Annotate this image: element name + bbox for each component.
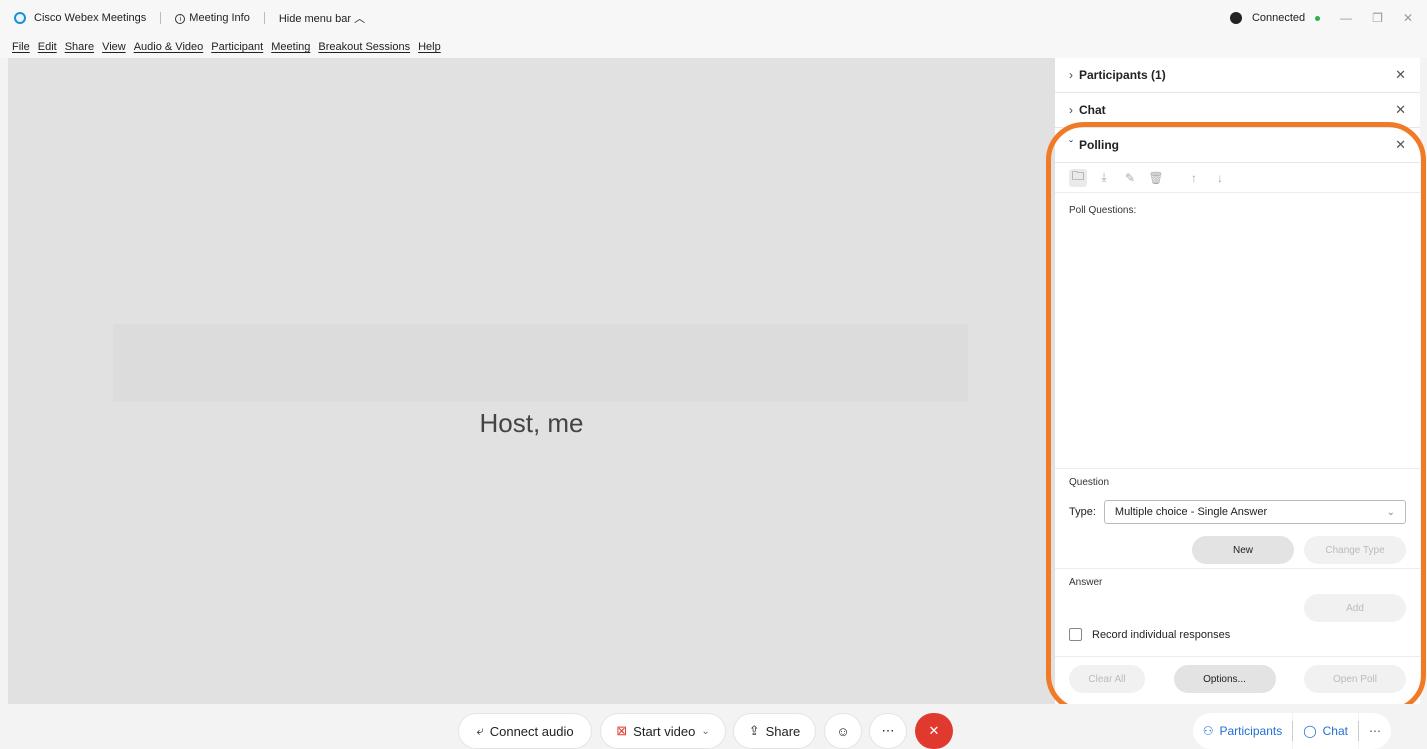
type-label: Type: (1069, 506, 1096, 518)
save-icon[interactable]: ⤓ (1095, 169, 1113, 187)
panel-toggles: ⚇ Participants ◯ Chat ⋯ (1192, 713, 1391, 749)
video-off-icon: ⊠ (616, 723, 628, 738)
share-icon: ⇪ (748, 723, 760, 738)
record-responses-checkbox[interactable] (1069, 628, 1082, 641)
name-banner (113, 324, 968, 402)
type-select[interactable]: Multiple choice - Single Answer ⌄ (1103, 500, 1406, 524)
chevron-right-icon: › (1069, 103, 1073, 117)
chevron-down-icon: ˇ (1069, 138, 1073, 152)
polling-toolbar: 🗀 ⤓ ✎ 🗑 ↑ ↓ (1055, 163, 1420, 193)
info-icon: i (175, 14, 186, 25)
status-dot (1315, 15, 1321, 21)
change-type-button[interactable]: Change Type (1304, 536, 1406, 564)
leave-meeting-button[interactable]: ✕ (915, 713, 953, 749)
connection-status: Connected (1251, 12, 1306, 24)
meeting-info-button[interactable]: i Meeting Info (175, 12, 250, 25)
question-section: Question Type: Multiple choice - Single … (1055, 468, 1420, 572)
more-icon: ⋯ (881, 723, 895, 738)
delete-icon[interactable]: 🗑 (1147, 169, 1165, 187)
meeting-controls-bar: ⤶ Connect audio ⊠ Start video ⌄ ⇪ Share … (0, 704, 1427, 749)
clear-all-button[interactable]: Clear All (1069, 665, 1145, 693)
record-responses-label: Record individual responses (1092, 628, 1231, 641)
start-video-button[interactable]: ⊠ Start video ⌄ (600, 713, 726, 749)
move-down-icon[interactable]: ↓ (1211, 169, 1229, 187)
close-polling-icon[interactable]: ✕ (1395, 137, 1406, 153)
more-options-button[interactable]: ⋯ (869, 713, 907, 749)
emoji-icon: ☺ (836, 723, 850, 739)
app-title: Cisco Webex Meetings (34, 12, 147, 24)
menu-view[interactable]: View (102, 41, 126, 53)
connection-icon (1229, 12, 1242, 24)
move-up-icon[interactable]: ↑ (1185, 169, 1203, 187)
participants-section-header[interactable]: › Participants (1) ✕ (1055, 58, 1420, 93)
question-label: Question (1069, 477, 1110, 488)
close-window-button[interactable]: ✕ (1403, 11, 1413, 25)
poll-questions-list[interactable] (1055, 228, 1420, 478)
participants-icon: ⚇ (1202, 724, 1214, 738)
menu-help[interactable]: Help (418, 41, 441, 53)
close-chat-icon[interactable]: ✕ (1395, 102, 1406, 118)
menu-participant[interactable]: Participant (211, 41, 263, 53)
connect-audio-button[interactable]: ⤶ Connect audio (458, 713, 592, 749)
chat-panel-button[interactable]: ◯ Chat (1293, 713, 1358, 749)
audio-connect-icon: ⤶ (476, 723, 484, 738)
participants-panel-button[interactable]: ⚇ Participants (1192, 713, 1293, 749)
options-button[interactable]: Options... (1173, 665, 1276, 693)
chevron-down-icon: ⌄ (701, 725, 710, 737)
video-stage: Host, me (8, 58, 1055, 704)
chat-icon: ◯ (1303, 724, 1317, 738)
menu-breakout-sessions[interactable]: Breakout Sessions (318, 41, 410, 53)
menu-meeting[interactable]: Meeting (271, 41, 310, 53)
chevron-down-icon: ⌄ (1386, 506, 1395, 518)
close-participants-icon[interactable]: ✕ (1395, 67, 1406, 83)
reactions-button[interactable]: ☺ (824, 713, 862, 749)
title-bar: Cisco Webex Meetings i Meeting Info Hide … (0, 0, 1427, 36)
answer-section: Answer Add Record individual responses (1055, 568, 1420, 649)
chevron-right-icon: › (1069, 68, 1073, 82)
menu-share[interactable]: Share (65, 41, 94, 53)
menu-bar: File Edit Share View Audio & Video Parti… (0, 36, 1427, 58)
chevron-up-icon: ︿ (354, 13, 366, 25)
new-question-button[interactable]: New (1192, 536, 1294, 564)
edit-icon[interactable]: ✎ (1121, 169, 1139, 187)
side-panel: › Participants (1) ✕ › Chat ✕ ˇ Polling … (1055, 58, 1420, 704)
more-panels-button[interactable]: ⋯ (1359, 713, 1391, 749)
polling-section-header[interactable]: ˇ Polling ✕ (1055, 128, 1420, 163)
close-icon: ✕ (928, 723, 940, 738)
menu-audio-video[interactable]: Audio & Video (134, 41, 204, 53)
webex-logo-icon (14, 12, 26, 24)
restore-button[interactable]: ❐ (1372, 11, 1383, 25)
menu-edit[interactable]: Edit (38, 41, 57, 53)
add-answer-button[interactable]: Add (1304, 594, 1406, 622)
minimize-button[interactable]: — (1340, 11, 1352, 25)
host-name: Host, me (479, 408, 584, 438)
divider (263, 12, 265, 24)
open-poll-button[interactable]: Open Poll (1304, 665, 1406, 693)
chat-section-header[interactable]: › Chat ✕ (1055, 93, 1420, 128)
polling-footer: Clear All Options... Open Poll (1055, 656, 1420, 701)
divider (160, 12, 162, 24)
answer-label: Answer (1069, 577, 1103, 588)
more-icon: ⋯ (1369, 724, 1381, 738)
poll-questions-label: Poll Questions: (1069, 205, 1137, 216)
menu-file[interactable]: File (12, 41, 30, 53)
open-folder-icon[interactable]: 🗀 (1069, 168, 1087, 187)
hide-menu-bar-button[interactable]: Hide menu bar ︿ (279, 10, 365, 26)
share-button[interactable]: ⇪ Share (733, 713, 816, 749)
